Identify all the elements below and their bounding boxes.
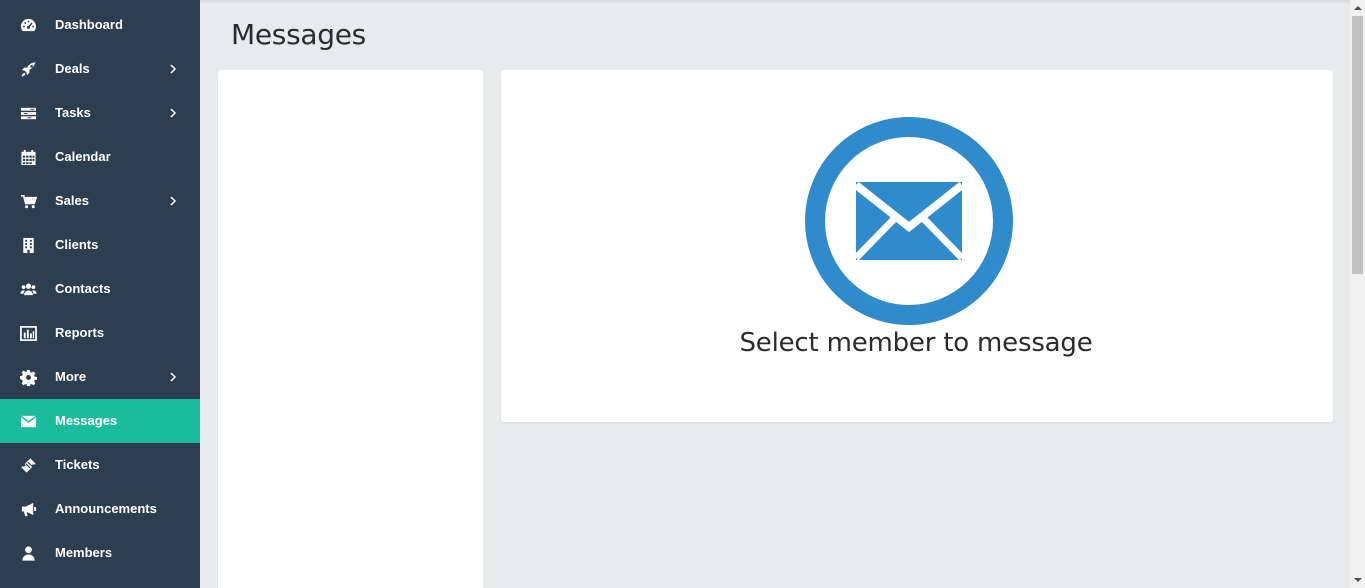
sidebar-item-label: Sales: [55, 193, 89, 208]
sidebar-item-label: Clients: [55, 237, 99, 252]
page-title: Messages: [231, 18, 366, 51]
sidebar-item-tickets[interactable]: Tickets: [0, 443, 200, 487]
message-panel: Select member to message: [501, 70, 1333, 422]
page-scrollbar[interactable]: [1350, 0, 1365, 588]
sidebar-item-label: Calendar: [55, 149, 111, 164]
building-icon: [19, 236, 37, 254]
sidebar: Dashboard Deals Tasks Calendar Sales Cli…: [0, 0, 200, 588]
sidebar-item-sales[interactable]: Sales: [0, 179, 200, 223]
sidebar-item-label: Members: [55, 545, 113, 560]
sidebar-item-messages[interactable]: Messages: [0, 399, 200, 443]
sidebar-item-reports[interactable]: Reports: [0, 311, 200, 355]
user-icon: [19, 544, 37, 562]
tasks-icon: [19, 104, 37, 122]
scroll-up-icon[interactable]: [1350, 1, 1365, 15]
chevron-right-icon: [168, 105, 178, 121]
envelope-icon: [19, 412, 37, 430]
topbar-divider: [200, 0, 1350, 4]
sidebar-item-label: Reports: [55, 325, 105, 340]
sidebar-item-label: Dashboard: [55, 17, 123, 32]
cart-icon: [19, 192, 37, 210]
envelope-circle-icon: [805, 117, 1013, 325]
sidebar-item-more[interactable]: More: [0, 355, 200, 399]
chevron-right-icon: [168, 61, 178, 77]
dashboard-icon: [19, 16, 37, 34]
sidebar-item-deals[interactable]: Deals: [0, 47, 200, 91]
sidebar-item-label: Announcements: [55, 501, 157, 516]
sidebar-item-label: Messages: [55, 413, 118, 428]
sidebar-item-label: Deals: [55, 61, 90, 76]
sidebar-item-label: More: [55, 369, 87, 384]
rocket-icon: [19, 60, 37, 78]
bar-chart-icon: [19, 324, 37, 342]
chevron-right-icon: [168, 193, 178, 209]
users-icon: [19, 280, 37, 298]
sidebar-item-label: Contacts: [55, 281, 111, 296]
sidebar-item-label: Tasks: [55, 105, 91, 120]
sidebar-item-contacts[interactable]: Contacts: [0, 267, 200, 311]
sidebar-item-clients[interactable]: Clients: [0, 223, 200, 267]
sidebar-item-dashboard[interactable]: Dashboard: [0, 3, 200, 47]
calendar-icon: [19, 148, 37, 166]
chevron-right-icon: [168, 369, 178, 385]
megaphone-icon: [19, 500, 37, 518]
sidebar-item-calendar[interactable]: Calendar: [0, 135, 200, 179]
scroll-down-icon[interactable]: [1350, 573, 1365, 587]
sidebar-item-members[interactable]: Members: [0, 531, 200, 575]
empty-state-text: Select member to message: [739, 328, 1093, 358]
sidebar-item-announcements[interactable]: Announcements: [0, 487, 200, 531]
sidebar-item-label: Tickets: [55, 457, 100, 472]
gear-icon: [19, 368, 37, 386]
members-list-panel: [218, 70, 483, 588]
ticket-icon: [19, 456, 37, 474]
scroll-thumb[interactable]: [1352, 16, 1363, 274]
sidebar-item-tasks[interactable]: Tasks: [0, 91, 200, 135]
